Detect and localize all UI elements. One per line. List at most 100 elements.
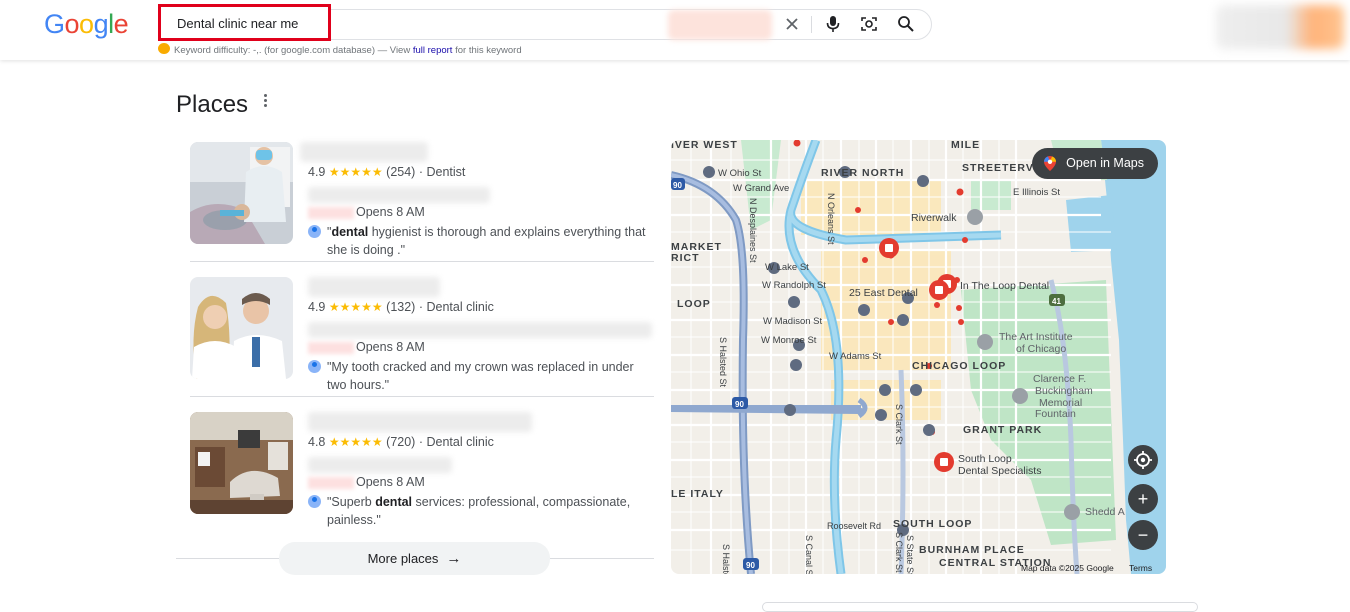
logo-letter: o [64, 9, 80, 39]
place-address-3 [308, 457, 452, 473]
divider [190, 261, 654, 262]
logo-letter: o [79, 9, 94, 39]
search-icon[interactable] [896, 14, 916, 34]
map-terms-link[interactable]: Terms [1129, 563, 1152, 573]
map-label: CHICAGO LOOP [912, 360, 1006, 372]
map-label: W Madison St [763, 316, 822, 327]
more-places-button[interactable]: More places → [279, 542, 550, 575]
map-label: E Illinois St [1013, 187, 1060, 198]
rating-line-3: 4.8 ★★★★★ (720) · Dental clinic [308, 435, 494, 449]
place-name-1[interactable] [300, 142, 428, 162]
map-label: Riverwalk [911, 212, 957, 224]
open-status-1 [308, 207, 354, 219]
rating-value: 4.8 [308, 435, 326, 449]
zoom-out-button[interactable]: − [1128, 520, 1158, 550]
map-label: S Clark St [894, 532, 904, 573]
place-category: · Dental clinic [418, 435, 494, 449]
lens-camera-icon[interactable] [859, 14, 879, 34]
map-label: Shedd A [1085, 506, 1125, 518]
map-label: MILE [951, 140, 980, 151]
map-label: Dental Specialists [958, 465, 1041, 477]
opening-hours-3: Opens 8 AM [356, 475, 425, 489]
place-photo-3[interactable] [190, 412, 293, 514]
map-label: The Art Institute [999, 331, 1073, 343]
map-label: 25 East Dental [849, 287, 918, 299]
map-label: STREETERV [962, 162, 1034, 174]
plus-icon: + [1137, 489, 1149, 509]
keyword-suffix: for this keyword [452, 45, 522, 56]
review-snippet-1: "dental hygienist is thorough and explai… [327, 225, 646, 257]
map-canvas[interactable]: IVER WEST MILE STREETERV RIVER NORTH W O… [671, 140, 1166, 574]
place-name-2[interactable] [308, 277, 440, 297]
place-name-3[interactable] [308, 412, 532, 432]
header: Google Dental clinic near me Keyword dif… [0, 0, 1350, 60]
minus-icon: − [1137, 525, 1149, 545]
review-count[interactable]: (720) [386, 435, 415, 449]
map-label: 41 [1052, 297, 1061, 306]
map-label: 90 [746, 561, 755, 570]
keyword-prefix: Keyword difficulty: -,. (for google.com … [174, 45, 413, 56]
map-attribution: Map data ©2025 Google [1021, 563, 1114, 573]
map-label: IVER WEST [671, 140, 738, 151]
rating-stars: ★★★★★ [328, 435, 383, 449]
map-label: LE ITALY [671, 488, 724, 500]
next-section-edge [762, 602, 1198, 612]
map-label: W Lake St [765, 262, 809, 273]
microphone-icon[interactable] [823, 14, 843, 34]
full-report-link[interactable]: full report [413, 45, 453, 56]
place-category: · Dentist [418, 165, 466, 179]
map-label: N Desplaines St [748, 198, 758, 263]
place-result-2[interactable]: 4.9 ★★★★★ (132) · Dental clinic Opens 8 … [190, 277, 654, 407]
rating-value: 4.9 [308, 165, 326, 179]
logo-letter: G [44, 9, 65, 39]
open-status-3 [308, 477, 354, 489]
review-snippet-2: "My tooth cracked and my crown was repla… [327, 360, 634, 392]
map-label: S Halsted St [718, 337, 728, 388]
my-location-button[interactable] [1128, 445, 1158, 475]
map-label: W Randolph St [762, 280, 826, 291]
map-label: Buckingham [1035, 385, 1093, 397]
map-label: Roosevelt Rd [827, 521, 881, 531]
map-label: S Clark St [894, 404, 904, 445]
place-result-1[interactable]: 4.9 ★★★★★ (254) · Dentist Opens 8 AM "de… [190, 142, 654, 272]
map-label: South Loop [958, 453, 1012, 465]
places-map[interactable]: IVER WEST MILE STREETERV RIVER NORTH W O… [671, 140, 1166, 574]
map-label: S Halsted St [721, 544, 731, 574]
clear-icon[interactable] [782, 14, 802, 34]
map-label: 90 [735, 400, 744, 409]
map-label: N Orleans St [826, 193, 836, 245]
map-label: S State St [905, 535, 915, 574]
rating-line-1: 4.9 ★★★★★ (254) · Dentist [308, 165, 465, 179]
google-logo[interactable]: Google [44, 9, 129, 40]
opening-hours-2: Opens 8 AM [356, 340, 425, 354]
account-avatar[interactable] [1216, 5, 1344, 49]
open-in-maps-button[interactable]: Open in Maps [1032, 148, 1158, 179]
map-label: of Chicago [1016, 343, 1066, 355]
rating-stars: ★★★★★ [328, 300, 383, 314]
reviewer-avatar-icon [308, 225, 321, 238]
review-count[interactable]: (254) [386, 165, 415, 179]
rating-value: 4.9 [308, 300, 326, 314]
map-label: SOUTH LOOP [893, 518, 972, 530]
place-address-1 [308, 187, 490, 203]
map-label: W Monroe St [761, 335, 817, 346]
map-label: Clarence F. [1033, 373, 1086, 385]
place-category: · Dental clinic [418, 300, 494, 314]
map-label: In The Loop Dental [960, 280, 1049, 292]
more-options-icon[interactable] [264, 94, 270, 108]
divider [190, 396, 654, 397]
map-label: Fountain [1035, 408, 1076, 420]
review-count[interactable]: (132) [386, 300, 415, 314]
place-photo-2[interactable] [190, 277, 293, 379]
logo-letter: e [113, 9, 129, 39]
place-photo-1[interactable] [190, 142, 293, 244]
zoom-in-button[interactable]: + [1128, 484, 1158, 514]
maps-pin-icon [1044, 156, 1057, 171]
place-result-3[interactable]: 4.8 ★★★★★ (720) · Dental clinic Opens 8 … [190, 412, 654, 542]
map-label: LOOP [677, 298, 711, 310]
review-snippet-3: "Superb dental services: professional, c… [327, 495, 631, 527]
map-label: RICT [671, 252, 700, 264]
opening-hours-1: Opens 8 AM [356, 205, 425, 219]
map-label: BURNHAM PLACE [919, 544, 1025, 556]
search-input[interactable]: Dental clinic near me [158, 4, 331, 41]
